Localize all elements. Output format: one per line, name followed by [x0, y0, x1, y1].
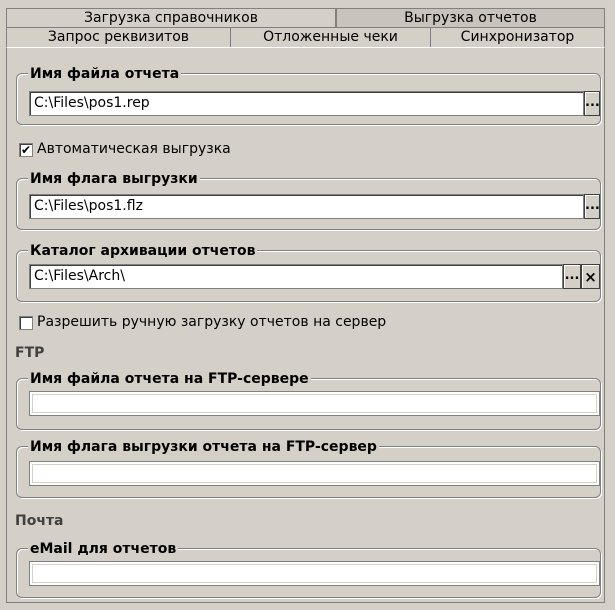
auto-upload-label: Автоматическая выгрузка [37, 141, 231, 157]
tab-request-details[interactable]: Запрос реквизитов [6, 27, 230, 47]
manual-upload-checkbox[interactable] [19, 316, 33, 330]
ftp-flag-file-input[interactable] [29, 461, 600, 486]
ftp-report-file-input[interactable] [29, 391, 600, 416]
archive-dir-browse-button[interactable]: ... [563, 264, 581, 289]
email-title: eMail для отчетов [28, 541, 179, 557]
archive-dir-title: Каталог архивации отчетов [28, 243, 258, 259]
email-input[interactable] [29, 561, 600, 586]
ftp-flag-file-title: Имя флага выгрузки отчета на FTP-сервер [28, 439, 379, 455]
archive-dir-clear-icon[interactable]: × [581, 264, 600, 289]
report-file-title: Имя файла отчета [28, 66, 182, 82]
ftp-report-file-title: Имя файла отчета на FTP-сервере [28, 371, 311, 387]
report-file-browse-button[interactable]: ... [584, 91, 600, 116]
manual-upload-label: Разрешить ручную загрузку отчетов на сер… [37, 314, 387, 330]
tab-export-reports[interactable]: Выгрузка отчетов [336, 8, 605, 28]
auto-upload-checkbox[interactable]: ✔ [19, 143, 33, 157]
flag-file-input[interactable]: C:\Files\pos1.flz [29, 194, 584, 219]
flag-file-browse-button[interactable]: ... [584, 194, 600, 219]
report-file-input[interactable]: C:\Files\pos1.rep [29, 91, 584, 116]
tab-synchronizer[interactable]: Синхронизатор [430, 27, 605, 47]
ftp-heading: FTP [15, 345, 45, 361]
mail-heading: Почта [15, 513, 64, 529]
tab-deferred-receipts[interactable]: Отложенные чеки [230, 27, 430, 47]
flag-file-title: Имя флага выгрузки [28, 171, 200, 187]
archive-dir-input[interactable]: C:\Files\Arch\ [29, 264, 563, 289]
tab-upload-directories[interactable]: Загрузка справочников [6, 8, 336, 28]
